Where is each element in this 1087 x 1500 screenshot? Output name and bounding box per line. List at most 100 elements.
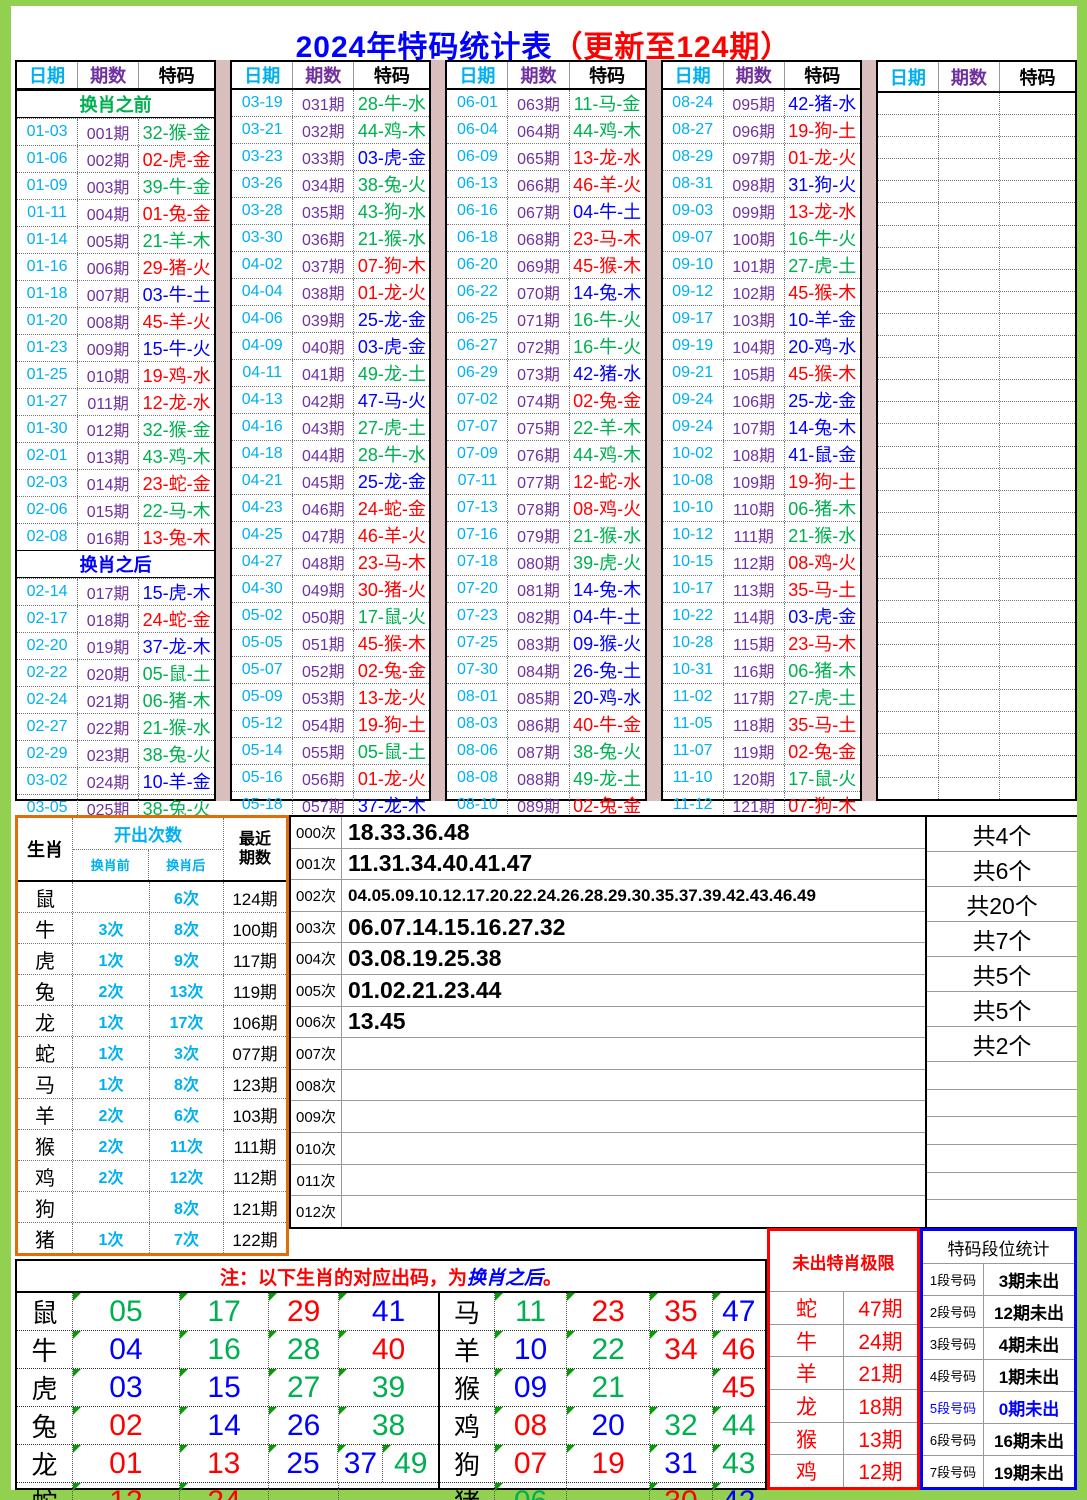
number-cell: 01 <box>72 1445 179 1482</box>
zodiac-name: 马 <box>18 1068 73 1098</box>
number-cell: 03 <box>72 1369 179 1406</box>
code-cell: 12-龙-水 <box>139 389 214 415</box>
code-cell: 02-虎-金 <box>139 146 214 172</box>
recent-period: 103期 <box>224 1099 286 1129</box>
missing-zodiac-row: 龙18期 <box>770 1389 917 1422</box>
date-cell: 04-27 <box>232 549 293 575</box>
code-cell: 01-龙-火 <box>354 279 429 305</box>
period-cell <box>939 226 1000 247</box>
period-cell <box>939 336 1000 357</box>
table-row: 03-19031期28-牛-水 <box>232 90 429 116</box>
date-cell: 11-10 <box>663 765 724 791</box>
date-cell: 05-12 <box>232 711 293 737</box>
date-cell: 08-08 <box>447 765 508 791</box>
table-row: 03-23033期03-虎-金 <box>232 143 429 170</box>
table-row: 08-06087期38-兔-火 <box>447 737 644 764</box>
zodiac-number-row: 鸡08203244 <box>440 1406 765 1444</box>
date-cell <box>878 756 939 777</box>
code-cell: 25-龙-金 <box>785 387 860 413</box>
date-cell <box>878 469 939 490</box>
date-cell <box>878 292 939 313</box>
code-cell: 20-鸡-水 <box>570 684 645 710</box>
period-cell <box>939 203 1000 224</box>
missing-zodiac-row: 羊21期 <box>770 1356 917 1389</box>
period-cell <box>939 667 1000 688</box>
number-cell: 39 <box>338 1369 438 1406</box>
date-cell: 02-08 <box>17 524 78 550</box>
code-cell: 43-鸡-木 <box>139 443 214 469</box>
zodiac-name: 羊 <box>18 1099 73 1129</box>
missing-zodiac-name: 龙 <box>770 1390 844 1422</box>
period-cell: 117期 <box>724 684 785 710</box>
table-row: 09-03099期13-龙-水 <box>663 197 860 224</box>
table-row: 01-09003期39-牛-金 <box>17 172 214 199</box>
period-cell: 087期 <box>508 738 569 764</box>
date-cell: 08-29 <box>663 144 724 170</box>
date-cell <box>878 712 939 733</box>
number-cell: 10 <box>494 1331 566 1368</box>
code-cell: 29-猪-火 <box>139 254 214 280</box>
table-row <box>878 313 1075 335</box>
count-before: 2次 <box>73 975 150 1005</box>
date-cell: 10-10 <box>663 495 724 521</box>
table-row: 05-16056期01-龙-火 <box>232 764 429 791</box>
period-cell: 114期 <box>724 603 785 629</box>
date-cell: 06-29 <box>447 360 508 386</box>
zodiac-label: 狗 <box>440 1445 494 1482</box>
code-cell: 20-鸡-水 <box>785 333 860 359</box>
date-cell: 01-27 <box>17 389 78 415</box>
zodiac-number-row: 猪063042 <box>440 1482 765 1500</box>
table-row <box>878 247 1075 269</box>
period-cell: 069期 <box>508 252 569 278</box>
period-cell: 033期 <box>293 144 354 170</box>
table-row: 09-19104期20-鸡-水 <box>663 332 860 359</box>
recent-period: 121期 <box>224 1192 286 1222</box>
count-total: 共4个 <box>927 817 1077 851</box>
table-row <box>878 291 1075 313</box>
date-cell <box>878 203 939 224</box>
count-after: 12次 <box>150 1161 224 1191</box>
table-row: 10-28115期23-马-木 <box>663 629 860 656</box>
zodiac-name: 牛 <box>18 913 73 943</box>
table-row <box>878 202 1075 224</box>
number-cell <box>268 1483 338 1500</box>
table-group: 日期期数特码06-01063期11-马-金06-04064期44-鸡-木06-0… <box>445 60 646 801</box>
table-row: 07-20081期14-兔-木 <box>447 575 644 602</box>
table-row <box>878 401 1075 423</box>
date-cell: 06-04 <box>447 117 508 143</box>
code-cell: 13-龙-水 <box>785 198 860 224</box>
code-cell: 10-羊-金 <box>785 306 860 332</box>
code-cell: 25-龙-金 <box>354 306 429 332</box>
period-cell: 064期 <box>508 117 569 143</box>
zodiac-label: 蛇 <box>17 1483 72 1500</box>
zodiac-stats-row: 羊2次6次103期 <box>18 1098 286 1129</box>
date-cell <box>878 358 939 379</box>
zodiac-number-row: 蛇1224 <box>17 1482 438 1500</box>
number-cell: 25 <box>268 1445 338 1482</box>
date-cell: 07-09 <box>447 441 508 467</box>
table-row: 09-17103期10-羊-金 <box>663 305 860 332</box>
date-cell: 09-07 <box>663 225 724 251</box>
code-cell: 45-猴-木 <box>354 630 429 656</box>
table-row: 04-11041期49-龙-土 <box>232 359 429 386</box>
number-cell: 38 <box>338 1407 438 1444</box>
date-cell <box>878 402 939 423</box>
code-cell: 01-兔-金 <box>139 200 214 226</box>
period-cell: 116期 <box>724 657 785 683</box>
period-cell: 073期 <box>508 360 569 386</box>
period-cell: 102期 <box>724 279 785 305</box>
missing-zodiac-name: 猴 <box>770 1423 844 1455</box>
code-cell: 08-鸡-火 <box>570 495 645 521</box>
segment-label: 4段号码 <box>923 1360 984 1391</box>
number-cell: 44 <box>712 1407 765 1444</box>
period-header: 期数 <box>508 62 569 88</box>
count-row: 001次11.31.34.40.41.47 <box>291 848 925 880</box>
period-cell <box>939 513 1000 534</box>
date-header: 日期 <box>17 62 78 88</box>
date-cell: 06-25 <box>447 306 508 332</box>
code-cell: 21-猴-水 <box>354 225 429 251</box>
number-cell: 21 <box>566 1369 649 1406</box>
recent-period-header: 最近期数 <box>224 818 286 880</box>
count-total <box>927 1089 1077 1117</box>
missing-zodiac-name: 牛 <box>770 1325 844 1357</box>
